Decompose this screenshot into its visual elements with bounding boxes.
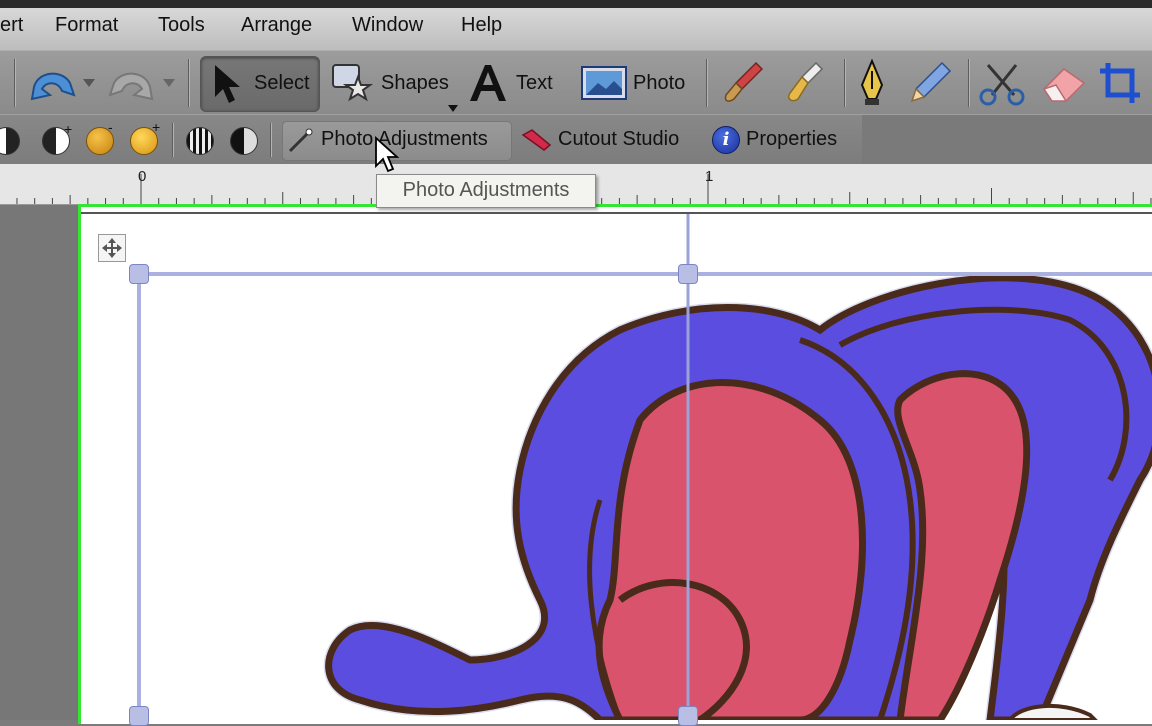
resize-handle-bottom-left[interactable] <box>129 706 149 726</box>
resize-handle-bottom-center[interactable] <box>678 706 698 726</box>
four-way-arrow-icon <box>102 238 122 258</box>
resize-handle-top-center[interactable] <box>678 264 698 284</box>
tooltip: Photo Adjustments <box>376 174 596 208</box>
move-handle-icon[interactable] <box>98 234 126 262</box>
resize-handle-top-left[interactable] <box>129 264 149 284</box>
mouse-cursor-icon <box>375 136 400 173</box>
red-petal-left <box>595 379 866 720</box>
butterfly-cutout-image[interactable] <box>0 0 1152 720</box>
